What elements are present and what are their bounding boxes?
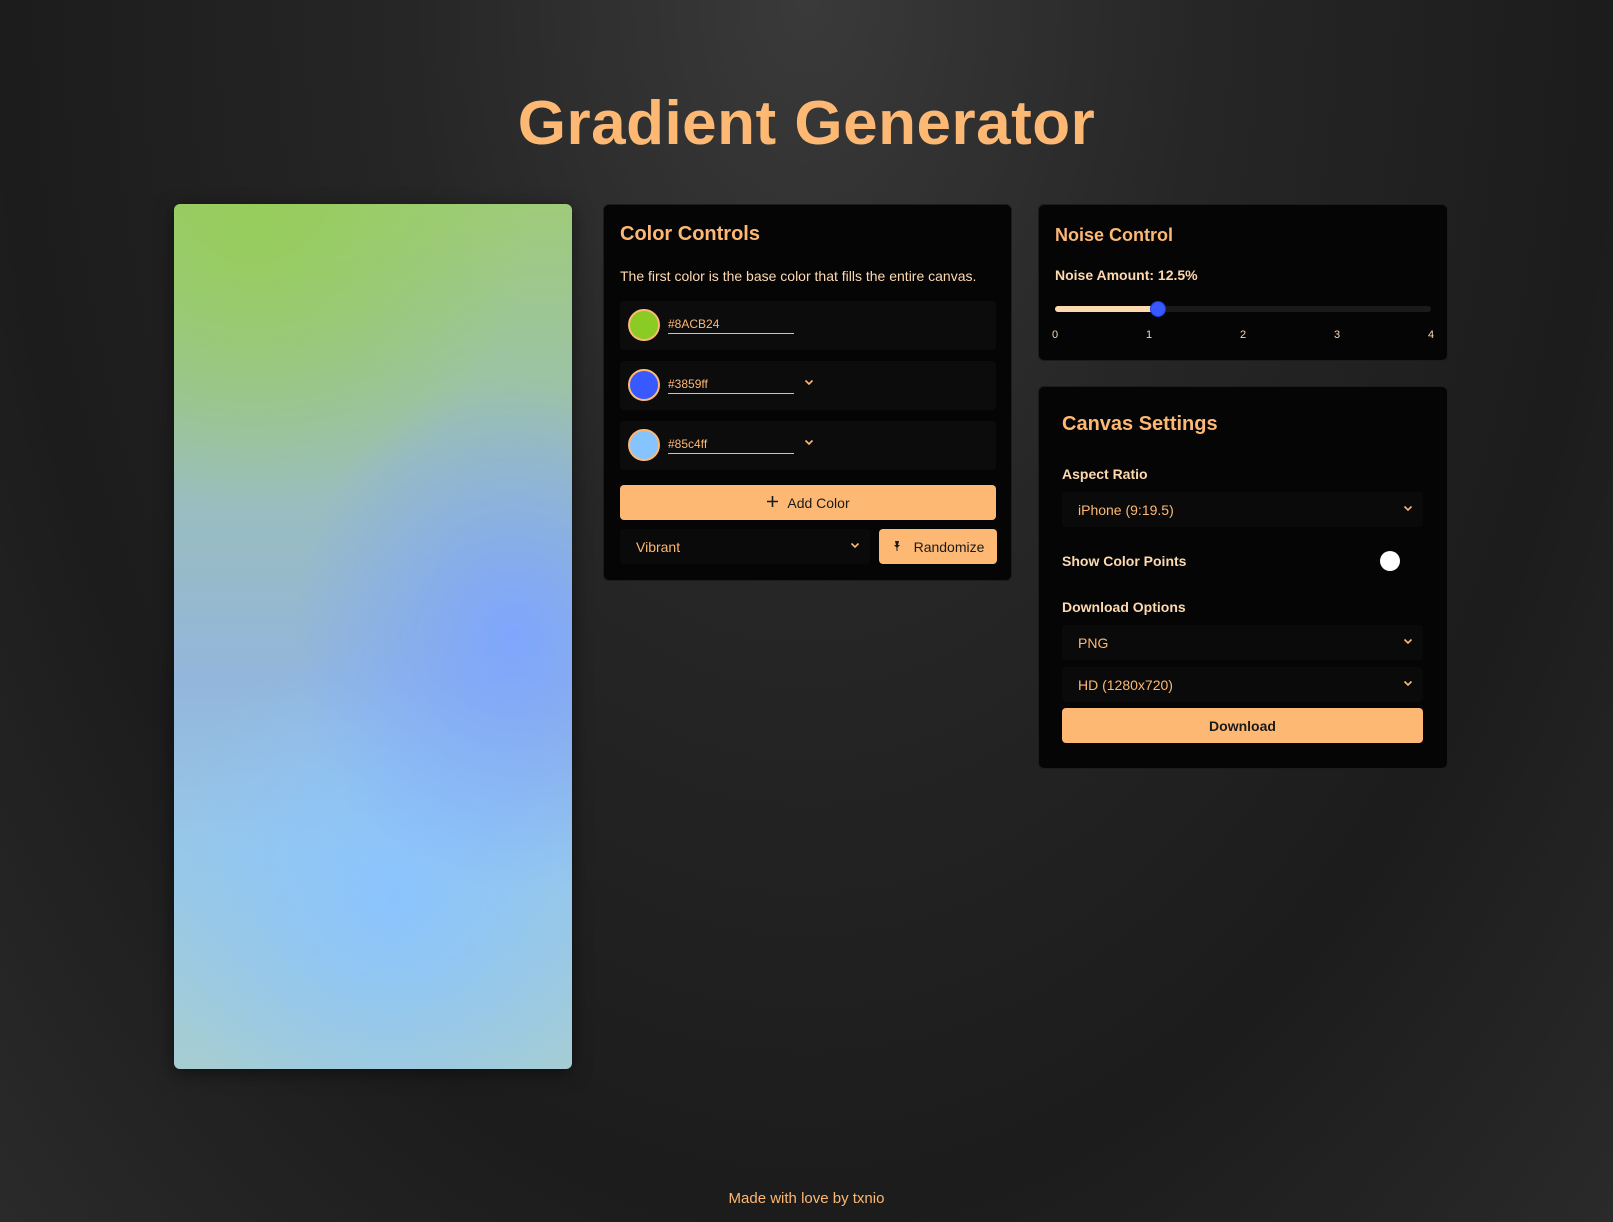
noise-amount-label: Noise Amount: 12.5% [1055,267,1198,283]
noise-slider-track[interactable] [1055,301,1431,317]
aspect-ratio-label: Aspect Ratio [1062,466,1148,482]
color-row-2 [620,361,996,410]
footer-credit: Made with love by txnio [728,1190,885,1207]
resolution-value: HD (1280x720) [1078,676,1173,693]
palette-select[interactable]: Vibrant [620,529,870,564]
color-swatch-3[interactable] [628,429,660,461]
noise-tick: 4 [1427,329,1435,341]
color-row-1 [620,301,996,350]
chevron-down-icon [850,539,860,553]
chevron-down-icon [1403,635,1413,649]
pin-icon [892,539,902,555]
format-value: PNG [1078,634,1109,651]
color-controls-panel: Color Controls The first color is the ba… [603,204,1012,581]
show-color-points-toggle[interactable] [1380,551,1400,571]
noise-tick: 3 [1333,329,1341,341]
color-controls-title: Color Controls [620,223,760,245]
download-button[interactable]: Download [1062,708,1423,743]
add-color-button[interactable]: Add Color [620,485,996,520]
chevron-down-icon[interactable] [802,435,816,451]
randomize-button[interactable]: Randomize [879,529,997,564]
format-select[interactable]: PNG [1062,625,1423,660]
chevron-down-icon[interactable] [802,375,816,391]
color-hex-input-3[interactable] [668,437,794,454]
noise-slider-ticks: 0 1 2 3 4 [1051,329,1435,343]
gradient-preview-canvas[interactable] [174,204,572,1069]
color-hex-input-1[interactable] [668,317,794,334]
canvas-settings-title: Canvas Settings [1062,413,1218,435]
show-color-points-label: Show Color Points [1062,553,1187,569]
noise-control-panel: Noise Control Noise Amount: 12.5% 0 1 2 … [1038,204,1448,361]
aspect-ratio-select[interactable]: iPhone (9:19.5) [1062,492,1423,527]
noise-tick: 0 [1051,329,1059,341]
noise-tick: 1 [1145,329,1153,341]
download-options-label: Download Options [1062,599,1186,615]
noise-slider-fill [1055,306,1159,312]
palette-select-value: Vibrant [636,538,681,555]
color-row-3 [620,421,996,470]
add-color-label: Add Color [787,494,850,511]
noise-tick: 2 [1239,329,1247,341]
aspect-ratio-value: iPhone (9:19.5) [1078,501,1174,518]
page-title: Gradient Generator [517,89,1096,158]
randomize-label: Randomize [913,538,985,555]
color-controls-description: The first color is the base color that f… [620,268,977,284]
chevron-down-icon [1403,502,1413,516]
plus-icon [766,495,779,511]
chevron-down-icon [1403,677,1413,691]
color-swatch-1[interactable] [628,309,660,341]
noise-slider-thumb[interactable] [1150,301,1167,317]
noise-control-title: Noise Control [1055,225,1174,245]
color-swatch-2[interactable] [628,369,660,401]
color-hex-input-2[interactable] [668,377,794,394]
canvas-settings-panel: Canvas Settings Aspect Ratio iPhone (9:1… [1038,386,1448,769]
resolution-select[interactable]: HD (1280x720) [1062,667,1423,702]
